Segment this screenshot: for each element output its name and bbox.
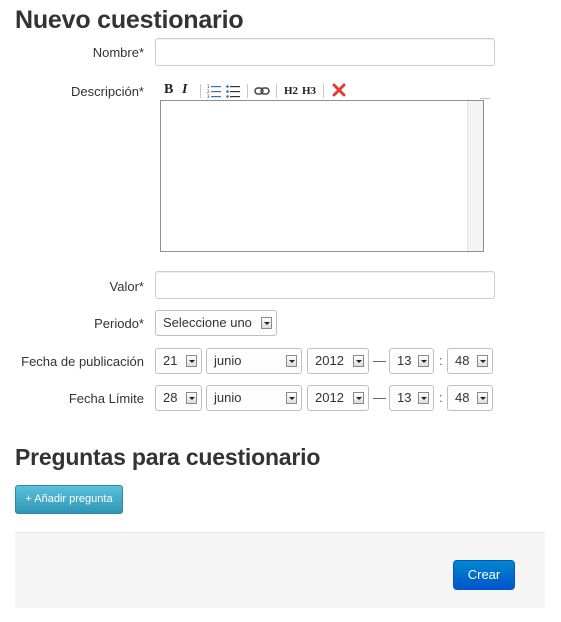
limit-hour-value: 13 xyxy=(397,390,412,405)
time-separator: : xyxy=(439,353,443,368)
fecha-publicacion-label: Fecha de publicación xyxy=(21,354,144,369)
limit-day-value: 28 xyxy=(163,390,178,405)
questions-title: Preguntas para cuestionario xyxy=(15,444,321,470)
italic-icon[interactable]: I xyxy=(182,83,187,97)
limit-year-select[interactable]: 2012 xyxy=(307,385,369,411)
periodo-select[interactable]: Seleccione uno xyxy=(155,310,277,336)
limit-minute-value: 48 xyxy=(455,390,470,405)
create-button[interactable]: Crear xyxy=(453,560,515,590)
pub-month-select[interactable]: junio xyxy=(206,348,302,374)
toolbar-separator xyxy=(276,84,277,98)
h2-icon[interactable]: H2 xyxy=(284,84,298,98)
valor-input[interactable] xyxy=(155,271,495,299)
pub-year-select[interactable]: 2012 xyxy=(307,348,369,374)
chevron-down-icon xyxy=(477,392,488,404)
limit-month-select[interactable]: junio xyxy=(206,385,302,411)
link-icon[interactable] xyxy=(254,85,270,100)
toolbar-separator xyxy=(323,84,324,98)
descripcion-editor[interactable] xyxy=(160,100,484,252)
pub-hour-value: 13 xyxy=(397,353,412,368)
descripcion-label: Descripción* xyxy=(71,84,144,99)
valor-label: Valor* xyxy=(109,279,144,294)
chevron-down-icon xyxy=(353,392,364,404)
editor-toolbar: B I 1 2 3 H2 H3 xyxy=(160,82,490,100)
svg-text:3: 3 xyxy=(207,94,210,98)
chevron-down-icon xyxy=(286,355,297,367)
pub-minute-select[interactable]: 48 xyxy=(447,348,493,374)
nombre-input[interactable] xyxy=(155,38,495,66)
pub-minute-value: 48 xyxy=(455,353,470,368)
add-question-button[interactable]: + Añadir pregunta xyxy=(15,485,123,514)
limit-hour-select[interactable]: 13 xyxy=(389,385,434,411)
fecha-limite-label: Fecha Límite xyxy=(68,391,144,406)
chevron-down-icon xyxy=(418,392,429,404)
limit-month-value: junio xyxy=(214,390,242,405)
pub-hour-select[interactable]: 13 xyxy=(389,348,434,374)
pub-day-value: 21 xyxy=(163,353,178,368)
date-time-separator: — xyxy=(373,353,386,368)
time-separator: : xyxy=(439,390,443,405)
chevron-down-icon xyxy=(286,392,297,404)
page-title: Nuevo cuestionario xyxy=(15,6,244,34)
chevron-down-icon xyxy=(261,317,272,329)
chevron-down-icon xyxy=(186,355,197,367)
editor-scrollbar[interactable] xyxy=(467,101,483,251)
toolbar-separator xyxy=(247,84,248,98)
chevron-down-icon xyxy=(477,355,488,367)
bold-icon[interactable]: B xyxy=(164,83,173,97)
limit-year-value: 2012 xyxy=(315,390,344,405)
limit-minute-select[interactable]: 48 xyxy=(447,385,493,411)
chevron-down-icon xyxy=(353,355,364,367)
chevron-down-icon xyxy=(418,355,429,367)
pub-year-value: 2012 xyxy=(315,353,344,368)
periodo-label: Periodo* xyxy=(94,316,144,331)
pub-day-select[interactable]: 21 xyxy=(155,348,202,374)
chevron-down-icon xyxy=(186,392,197,404)
toolbar-underline xyxy=(480,98,490,99)
h3-icon[interactable]: H3 xyxy=(302,84,316,98)
nombre-label: Nombre* xyxy=(92,45,144,60)
unordered-list-icon[interactable] xyxy=(226,84,240,101)
pub-month-value: junio xyxy=(214,353,242,368)
date-time-separator: — xyxy=(373,390,386,405)
remove-format-icon[interactable] xyxy=(332,83,346,100)
ordered-list-icon[interactable]: 1 2 3 xyxy=(207,84,221,101)
limit-day-select[interactable]: 28 xyxy=(155,385,202,411)
toolbar-separator xyxy=(200,84,201,98)
periodo-select-value: Seleccione uno xyxy=(163,315,252,330)
